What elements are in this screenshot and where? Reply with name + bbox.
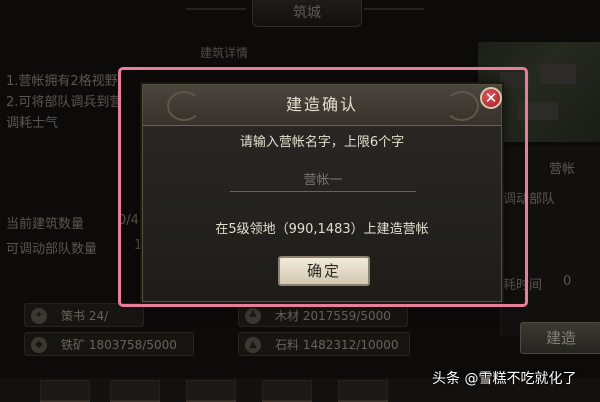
highlight-frame [118, 67, 528, 307]
watermark: 头条 @雪糕不吃就化了 [432, 371, 577, 387]
